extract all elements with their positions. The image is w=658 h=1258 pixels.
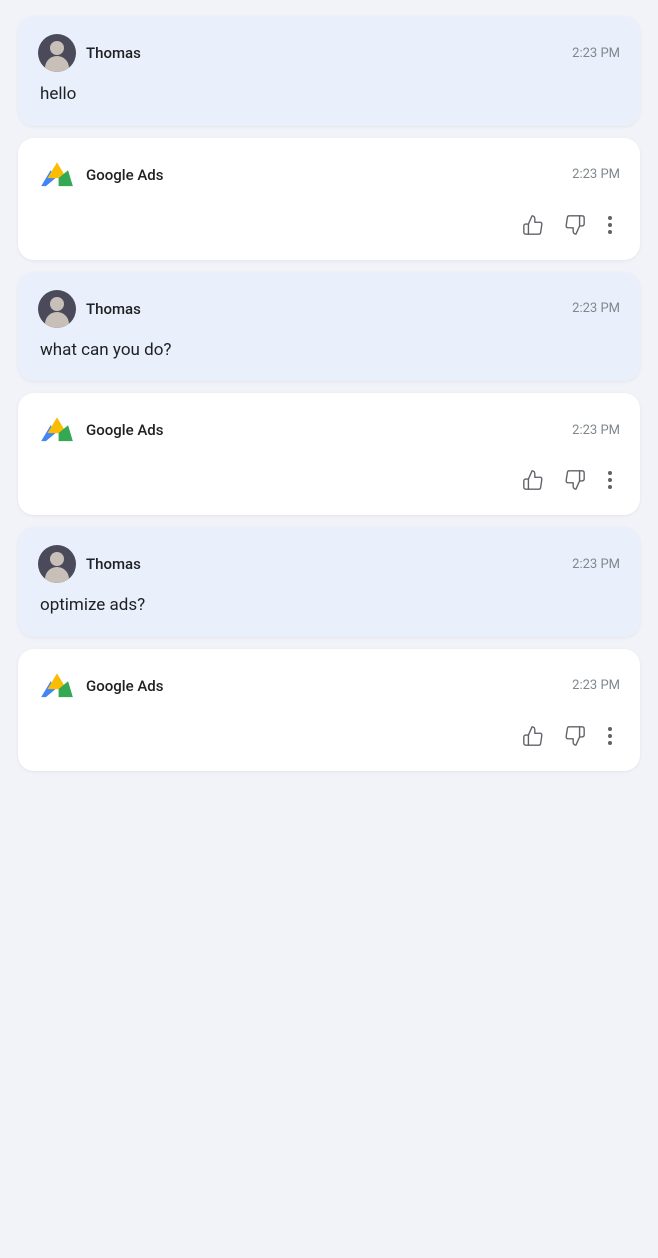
like-button-2[interactable] [516, 208, 550, 242]
more-dot-3 [608, 230, 612, 234]
card-actions-2 [38, 208, 620, 242]
sender-name-1: Thomas [86, 44, 141, 62]
message-card-3: Thomas 2:23 PM what can you do? [18, 272, 640, 382]
message-card-2: Google Ads 2:23 PM [18, 138, 640, 260]
more-dot-6-3 [608, 741, 612, 745]
dislike-button-2[interactable] [558, 208, 592, 242]
timestamp-3: 2:23 PM [572, 301, 620, 316]
avatar-1 [38, 34, 76, 72]
message-text-5: optimize ads? [38, 593, 620, 619]
message-card-5: Thomas 2:23 PM optimize ads? [18, 527, 640, 637]
more-dot-6-1 [608, 727, 612, 731]
message-card-6: Google Ads 2:23 PM [18, 649, 640, 771]
sender-name-2: Google Ads [86, 166, 163, 184]
timestamp-4: 2:23 PM [572, 423, 620, 438]
sender-info-4: Google Ads [38, 411, 163, 449]
dislike-button-4[interactable] [558, 463, 592, 497]
sender-info-6: Google Ads [38, 667, 163, 705]
message-text-3: what can you do? [38, 338, 620, 364]
dislike-button-6[interactable] [558, 719, 592, 753]
avatar-5 [38, 545, 76, 583]
like-button-4[interactable] [516, 463, 550, 497]
card-header-3: Thomas 2:23 PM [38, 290, 620, 328]
more-button-4[interactable] [600, 465, 620, 495]
card-actions-6 [38, 719, 620, 753]
avatar-3 [38, 290, 76, 328]
card-header-4: Google Ads 2:23 PM [38, 411, 620, 449]
card-header-2: Google Ads 2:23 PM [38, 156, 620, 194]
message-text-1: hello [38, 82, 620, 108]
card-header-1: Thomas 2:23 PM [38, 34, 620, 72]
sender-info-5: Thomas [38, 545, 141, 583]
more-dot-2 [608, 223, 612, 227]
sender-info-1: Thomas [38, 34, 141, 72]
google-ads-logo-1 [38, 156, 76, 194]
more-dot-1 [608, 216, 612, 220]
timestamp-2: 2:23 PM [572, 167, 620, 182]
more-dot-4-2 [608, 478, 612, 482]
more-button-6[interactable] [600, 721, 620, 751]
google-ads-logo-3 [38, 667, 76, 705]
message-card-1: Thomas 2:23 PM hello [18, 16, 640, 126]
card-header-5: Thomas 2:23 PM [38, 545, 620, 583]
card-header-6: Google Ads 2:23 PM [38, 667, 620, 705]
more-dot-4-3 [608, 485, 612, 489]
sender-name-6: Google Ads [86, 677, 163, 695]
sender-name-4: Google Ads [86, 421, 163, 439]
sender-name-5: Thomas [86, 555, 141, 573]
google-ads-logo-2 [38, 411, 76, 449]
more-dot-4-1 [608, 471, 612, 475]
timestamp-6: 2:23 PM [572, 678, 620, 693]
more-dot-6-2 [608, 734, 612, 738]
like-button-6[interactable] [516, 719, 550, 753]
card-actions-4 [38, 463, 620, 497]
message-card-4: Google Ads 2:23 PM [18, 393, 640, 515]
timestamp-1: 2:23 PM [572, 46, 620, 61]
sender-info-3: Thomas [38, 290, 141, 328]
sender-name-3: Thomas [86, 300, 141, 318]
more-button-2[interactable] [600, 210, 620, 240]
timestamp-5: 2:23 PM [572, 557, 620, 572]
sender-info-2: Google Ads [38, 156, 163, 194]
